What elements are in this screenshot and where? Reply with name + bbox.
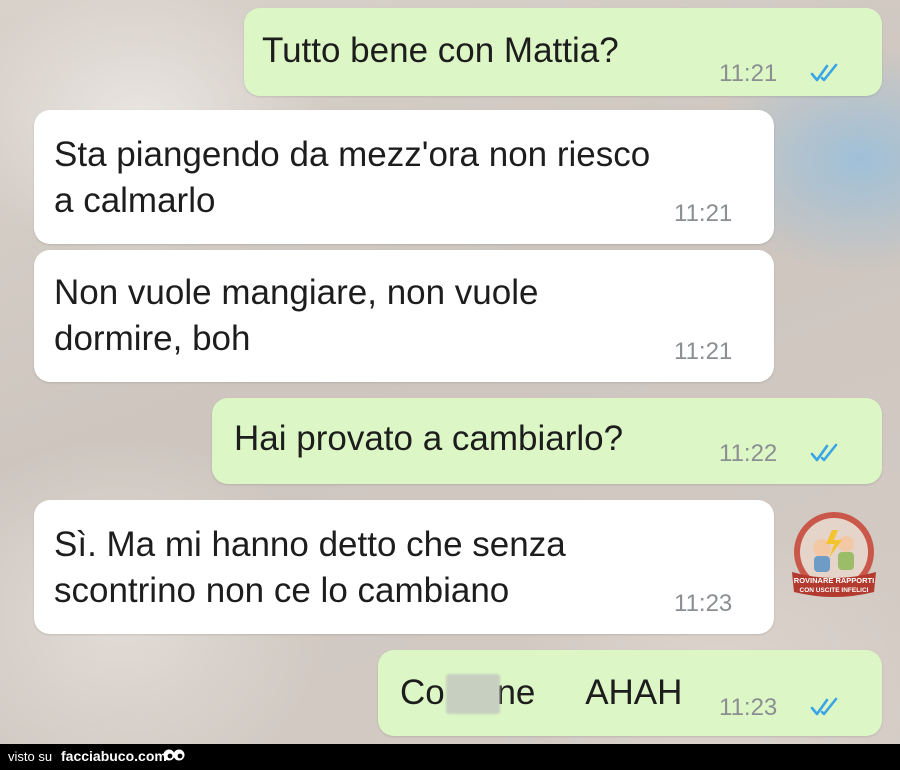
message-text: Tutto bene con Mattia? <box>262 31 619 70</box>
sent-message[interactable]: Tutto bene con Mattia? 11:21 <box>244 8 882 96</box>
message-time: 11:21 <box>719 60 778 87</box>
eyes-icon <box>163 749 185 761</box>
message-time: 11:22 <box>719 440 778 467</box>
footer-site-link[interactable]: facciabuco.com <box>61 748 167 765</box>
watermark-line1: ROVINARE RAPPORTI <box>794 576 874 585</box>
message-time: 11:21 <box>674 200 733 227</box>
message-text: Sì. Ma mi hanno detto che senza scontrin… <box>54 525 566 610</box>
watermark-logo: ROVINARE RAPPORTI CON USCITE INFELICI <box>786 508 882 604</box>
message-time: 11:21 <box>674 338 733 365</box>
double-check-icon <box>810 697 838 716</box>
received-message[interactable]: Sta piangendo da mezz'ora non riesco a c… <box>34 110 774 244</box>
message-text: Co ne AHAH <box>400 673 683 712</box>
received-message[interactable]: Non vuole mangiare, non vuole dormire, b… <box>34 250 774 382</box>
censor-blur <box>446 674 500 714</box>
sent-message[interactable]: Co ne AHAH 11:23 <box>378 650 882 736</box>
message-text: Non vuole mangiare, non vuole dormire, b… <box>54 273 539 358</box>
footer-bar: visto su facciabuco.com <box>0 744 900 770</box>
footer-prefix: visto su <box>8 749 53 764</box>
double-check-icon <box>810 443 838 462</box>
message-time: 11:23 <box>674 590 733 617</box>
double-check-icon <box>810 63 838 82</box>
message-time: 11:23 <box>719 694 778 721</box>
watermark-line2: CON USCITE INFELICI <box>800 587 869 594</box>
message-text: Hai provato a cambiarlo? <box>234 419 624 458</box>
sent-message[interactable]: Hai provato a cambiarlo? 11:22 <box>212 398 882 484</box>
message-text: Sta piangendo da mezz'ora non riesco a c… <box>54 135 651 220</box>
received-message[interactable]: Sì. Ma mi hanno detto che senza scontrin… <box>34 500 774 634</box>
